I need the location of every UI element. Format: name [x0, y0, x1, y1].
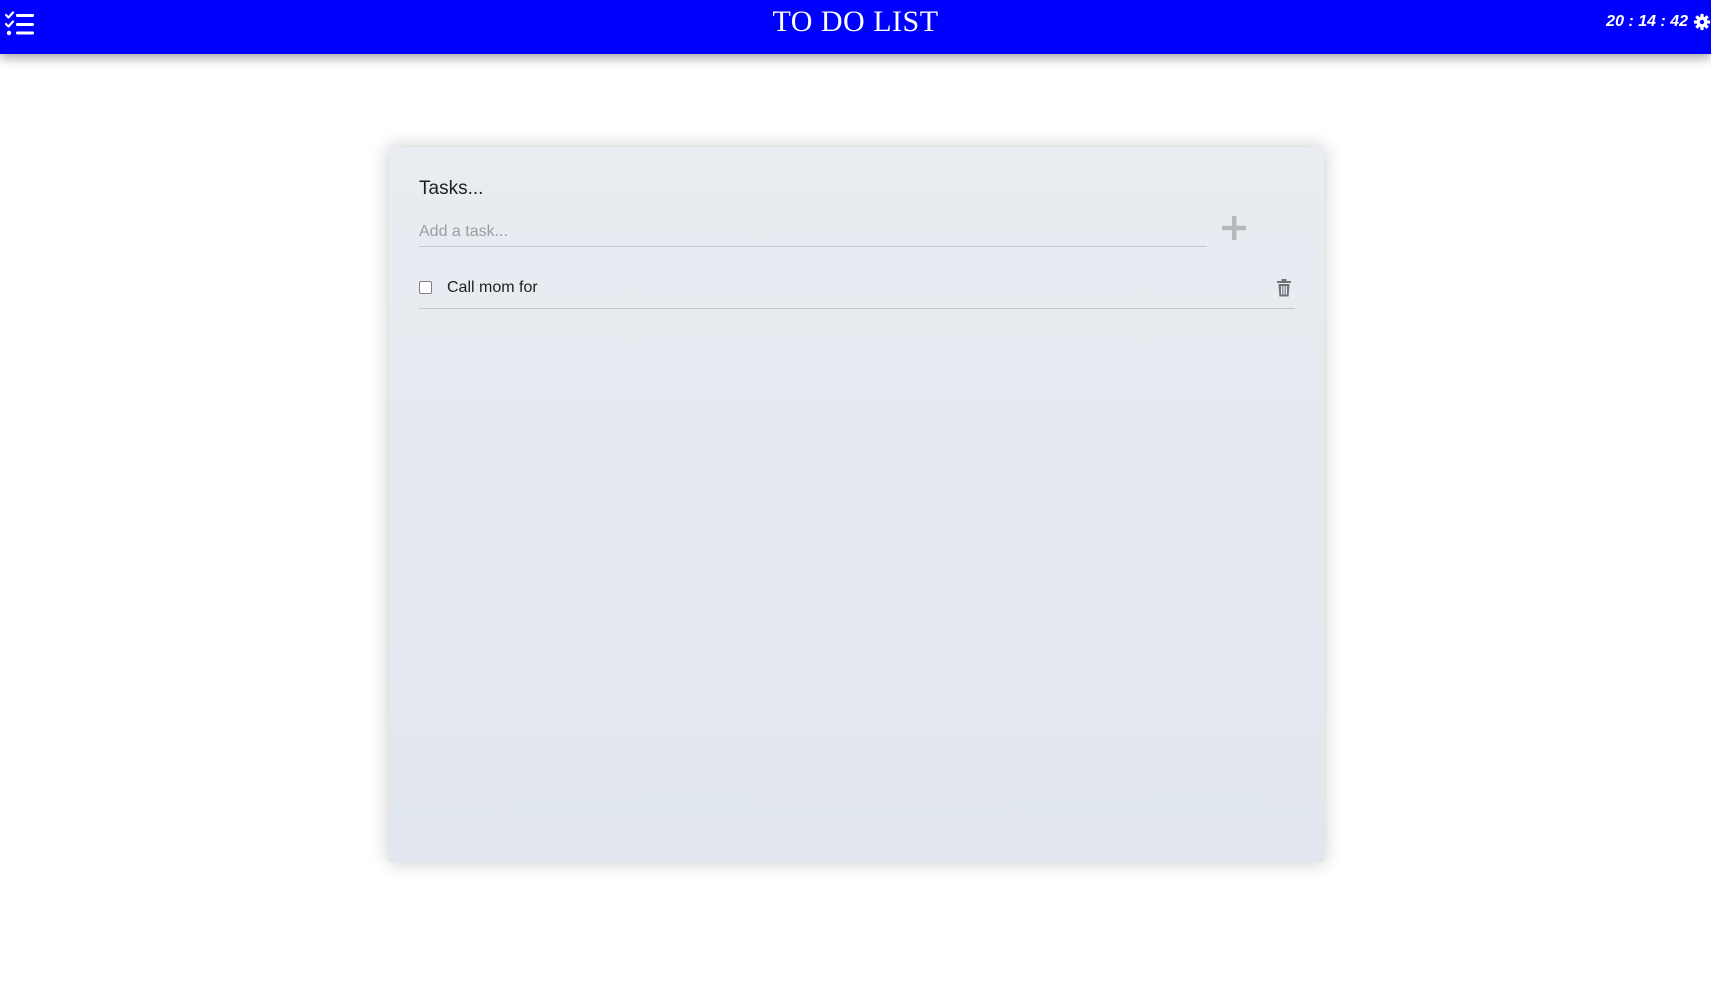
app-title: TO DO LIST — [772, 5, 939, 38]
app-header: TO DO LIST 20 : 14 : 42 — [0, 0, 1711, 54]
clock-display: 20 : 14 : 42 — [1606, 13, 1688, 30]
task-label: Call mom for — [447, 279, 538, 296]
gear-icon — [1693, 13, 1711, 31]
task-checkbox[interactable] — [419, 281, 432, 294]
add-task-input[interactable] — [419, 218, 1207, 247]
task-list: Call mom for — [419, 270, 1295, 309]
panel-title: Tasks... — [419, 178, 484, 199]
add-task-button[interactable] — [1216, 210, 1252, 246]
task-item: Call mom for — [419, 270, 1295, 309]
checklist-icon — [4, 11, 34, 36]
trash-icon — [1277, 279, 1291, 297]
delete-task-button[interactable] — [1275, 278, 1293, 298]
menu-button[interactable] — [4, 11, 35, 37]
plus-icon — [1222, 216, 1246, 240]
tasks-panel: Tasks... Call mom for — [389, 147, 1324, 862]
settings-button[interactable] — [1693, 12, 1711, 32]
